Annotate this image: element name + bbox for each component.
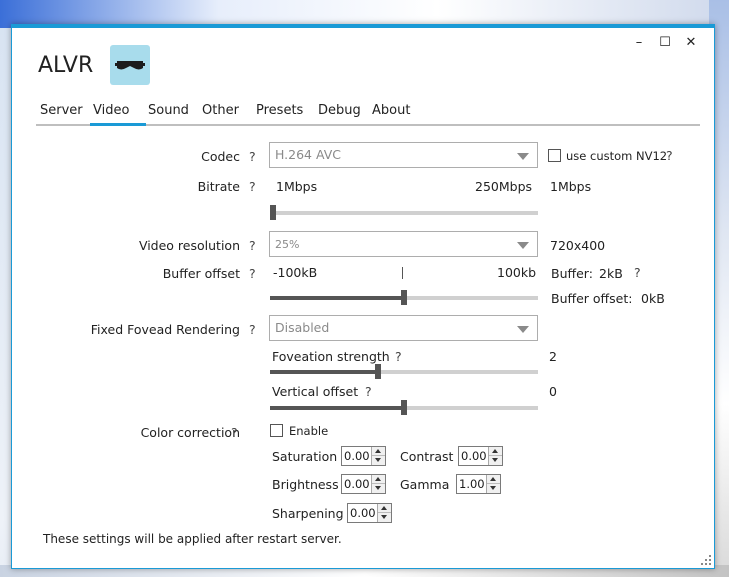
chevron-down-icon: [517, 326, 529, 333]
gamma-down-icon[interactable]: [487, 484, 500, 493]
bitrate-slider[interactable]: [270, 205, 538, 220]
gamma-up-icon[interactable]: [487, 475, 500, 484]
brightness-down-icon[interactable]: [372, 484, 385, 493]
alvr-window: – ☐ ✕ ALVR Server Video Sound Other Pres…: [11, 24, 715, 569]
codec-select[interactable]: H.264 AVC: [269, 142, 538, 168]
window-controls: – ☐ ✕: [626, 34, 704, 52]
vertical-offset-slider-thumb[interactable]: [401, 400, 407, 415]
buffer-offset-slider-fill: [270, 296, 401, 300]
color-correction-help[interactable]: ?: [231, 425, 238, 440]
brightness-value: 0.00: [344, 477, 370, 491]
ffr-label: Fixed Fovead Rendering: [90, 322, 240, 337]
contrast-up-icon[interactable]: [489, 447, 502, 456]
vertical-offset-slider[interactable]: [270, 400, 538, 415]
buffer-offset-slider-thumb[interactable]: [401, 290, 407, 305]
saturation-spinbox[interactable]: 0.00: [341, 446, 386, 466]
video-resolution-label: Video resolution: [138, 238, 240, 253]
contrast-spinbox[interactable]: 0.00: [458, 446, 503, 466]
bitrate-min-label: 1Mbps: [276, 179, 318, 194]
foveation-strength-slider[interactable]: [270, 364, 538, 379]
buffer-offset-min-label: -100kB: [273, 265, 318, 280]
buffer-offset-slider[interactable]: [270, 290, 538, 305]
tab-about[interactable]: About: [370, 102, 412, 126]
foveation-strength-slider-thumb[interactable]: [375, 364, 381, 379]
contrast-label: Contrast: [400, 449, 454, 464]
ffr-select[interactable]: Disabled: [269, 315, 538, 341]
maximize-button[interactable]: ☐: [652, 34, 678, 52]
vertical-offset-value: 0: [549, 384, 557, 399]
foveation-strength-label: Foveation strength: [272, 349, 390, 364]
codec-select-value: H.264 AVC: [275, 147, 342, 162]
foveation-strength-help[interactable]: ?: [395, 349, 402, 364]
buffer-offset-help[interactable]: ?: [249, 266, 256, 281]
saturation-up-icon[interactable]: [372, 447, 385, 456]
tab-bar: Server Video Sound Other Presets Debug A…: [36, 102, 700, 126]
close-button[interactable]: ✕: [678, 34, 704, 52]
bitrate-max-label: 250Mbps: [475, 179, 533, 194]
bitrate-label: Bitrate: [197, 179, 240, 194]
video-resolution-readout: 720x400: [550, 238, 606, 253]
chevron-down-icon: [517, 153, 529, 160]
contrast-value: 0.00: [461, 449, 487, 463]
vr-headset-logo-icon: [110, 45, 150, 85]
buffer-offset-readout-value: 0kB: [641, 291, 665, 306]
saturation-value: 0.00: [344, 449, 370, 463]
ffr-help[interactable]: ?: [249, 322, 256, 337]
contrast-down-icon[interactable]: [489, 456, 502, 465]
sharpening-spinbox[interactable]: 0.00: [347, 503, 392, 523]
tab-sound[interactable]: Sound: [146, 102, 191, 126]
color-correction-enable-label: Enable: [289, 424, 329, 438]
custom-nv12-label: use custom NV12: [566, 149, 668, 163]
buffer-value: 2kB: [599, 266, 623, 281]
buffer-offset-readout-label: Buffer offset:: [551, 291, 633, 306]
tab-server[interactable]: Server: [38, 102, 85, 126]
color-correction-enable-checkbox[interactable]: [270, 424, 283, 437]
minimize-button[interactable]: –: [626, 34, 652, 52]
app-title: ALVR: [38, 53, 94, 78]
vertical-offset-slider-fill: [270, 406, 401, 410]
brightness-spinbox[interactable]: 0.00: [341, 474, 386, 494]
tab-debug[interactable]: Debug: [316, 102, 363, 126]
buffer-offset-max-label: 100kb: [497, 265, 537, 280]
ffr-select-value: Disabled: [275, 320, 330, 335]
chevron-down-icon: [517, 242, 529, 249]
sharpening-label: Sharpening: [272, 506, 344, 521]
brightness-label: Brightness: [272, 477, 339, 492]
video-resolution-select-value: 25%: [275, 238, 300, 251]
sharpening-value: 0.00: [350, 506, 376, 520]
custom-nv12-help[interactable]: ?: [666, 148, 673, 163]
custom-nv12-checkbox[interactable]: [548, 149, 561, 162]
buffer-label: Buffer:: [551, 266, 593, 281]
bitrate-help[interactable]: ?: [249, 179, 256, 194]
tab-video[interactable]: Video: [90, 102, 146, 126]
resize-grip-icon[interactable]: [701, 555, 711, 565]
vertical-offset-help[interactable]: ?: [365, 384, 372, 399]
buffer-offset-label: Buffer offset: [162, 266, 240, 281]
buffer-offset-center-tick: [402, 267, 403, 279]
color-correction-label: Color correction: [140, 425, 240, 440]
bitrate-slider-thumb[interactable]: [270, 205, 276, 220]
sharpening-down-icon[interactable]: [378, 513, 391, 522]
video-resolution-help[interactable]: ?: [249, 238, 256, 253]
codec-label: Codec: [201, 149, 240, 164]
saturation-label: Saturation: [272, 449, 338, 464]
saturation-down-icon[interactable]: [372, 456, 385, 465]
gamma-spinbox[interactable]: 1.00: [456, 474, 501, 494]
sharpening-up-icon[interactable]: [378, 504, 391, 513]
bitrate-value: 1Mbps: [550, 179, 592, 194]
codec-help[interactable]: ?: [249, 149, 256, 164]
tab-presets[interactable]: Presets: [254, 102, 305, 126]
foveation-strength-value: 2: [549, 349, 557, 364]
video-resolution-select[interactable]: 25%: [269, 231, 538, 257]
tab-other[interactable]: Other: [200, 102, 241, 126]
gamma-value: 1.00: [459, 477, 485, 491]
footer-note: These settings will be applied after res…: [43, 532, 342, 546]
foveation-strength-slider-fill: [270, 370, 375, 374]
buffer-help[interactable]: ?: [634, 265, 641, 280]
gamma-label: Gamma: [400, 477, 450, 492]
brightness-up-icon[interactable]: [372, 475, 385, 484]
vertical-offset-label: Vertical offset: [272, 384, 359, 399]
